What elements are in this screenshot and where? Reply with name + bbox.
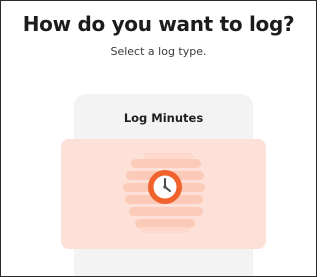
page-subtitle: Select a log type. bbox=[110, 45, 207, 58]
page-title: How do you want to log? bbox=[22, 12, 295, 36]
clock-icon bbox=[148, 170, 182, 204]
log-minutes-illustration[interactable] bbox=[61, 139, 266, 249]
clock-illustration bbox=[123, 153, 205, 233]
log-minutes-label: Log Minutes bbox=[123, 111, 204, 125]
log-type-dialog: How do you want to log? Select a log typ… bbox=[0, 0, 317, 277]
